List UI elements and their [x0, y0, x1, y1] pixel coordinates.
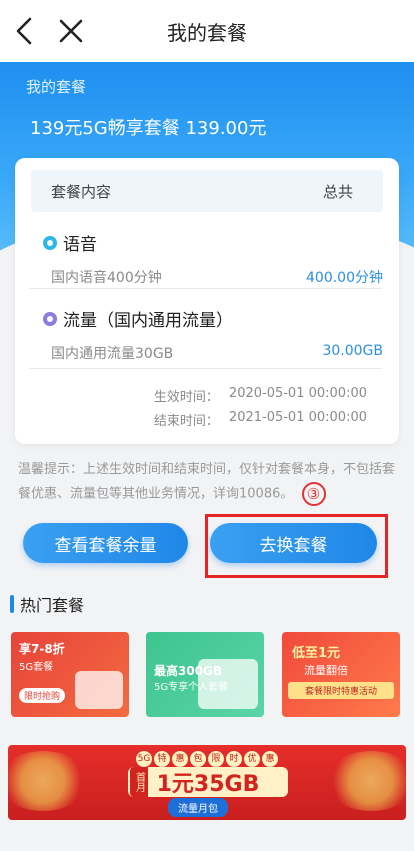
start-time-value: 2020-05-01 00:00:00: [228, 386, 367, 401]
package-content-card: 套餐内容 总共 语音 国内语音400分钟 400.00分钟 流量（国内通用流量）…: [15, 158, 399, 444]
promo-line2: 流量翻倍: [304, 664, 348, 677]
page-title: 我的套餐: [167, 20, 247, 45]
item-value: 400.00分钟: [306, 270, 383, 286]
hot-title-text: 热门套餐: [20, 596, 85, 615]
tagline-char: 5G: [136, 751, 152, 767]
end-time-value: 2021-05-01 00:00:00: [228, 410, 367, 425]
view-balance-button[interactable]: 查看套餐余量: [23, 523, 188, 563]
banner-first-month: 首月: [130, 767, 148, 797]
item-value: 30.00GB: [322, 343, 383, 359]
divider: [29, 288, 381, 289]
promo-card-discount[interactable]: 享7-8折 5G套餐 限时抢购: [11, 632, 129, 717]
promo-line1: 享7-8折: [19, 642, 65, 656]
promo-tag: 限时抢购: [19, 688, 66, 703]
promo-line2: 5G套餐: [19, 662, 54, 673]
back-arrow-icon[interactable]: [8, 14, 42, 48]
col-total-label: 总共: [322, 182, 353, 201]
start-time: 生效时间： 2020-05-01 00:00:00: [154, 386, 367, 405]
close-icon[interactable]: [54, 14, 88, 48]
end-time: 结束时间： 2021-05-01 00:00:00: [154, 410, 367, 429]
warm-tip: 温馨提示：上述生效时间和结束时间，仅针对套餐本身，不包括套餐优惠、流量包等其他业…: [18, 458, 398, 507]
end-time-label: 结束时间：: [153, 414, 219, 429]
promo-banner-35gb[interactable]: 5G 特 惠 包 限 时 优 惠 1元35GB 首月 流量月包: [8, 745, 406, 820]
start-time-label: 生效时间：: [153, 390, 219, 405]
promo-card-traffic-double[interactable]: 低至1元 流量翻倍 套餐限时特惠活动: [282, 632, 400, 717]
data-dot-icon: [43, 311, 57, 326]
top-nav-bar: 我的套餐: [0, 0, 414, 62]
fan-decoration-icon: [326, 751, 406, 811]
hero-label: 我的套餐: [26, 78, 87, 96]
voice-dot-icon: [43, 235, 57, 250]
promo-tag: 套餐限时特惠活动: [288, 682, 394, 699]
step-annotation-badge: ③: [301, 482, 326, 506]
list-item-voice: 语音 国内语音400分钟 400.00分钟: [43, 230, 383, 287]
banner-tagline: 5G 特 惠 包 限 时 优 惠: [136, 751, 278, 767]
annotation-highlight-box: [205, 514, 388, 578]
tagline-char: 特: [154, 751, 170, 767]
col-content-label: 套餐内容: [51, 182, 112, 201]
tagline-char: 优: [244, 751, 260, 767]
item-detail: 国内通用流量30GB: [51, 346, 174, 362]
tagline-char: 惠: [262, 751, 278, 767]
divider: [29, 368, 381, 369]
tagline-char: 惠: [172, 751, 188, 767]
card-table-header: 套餐内容 总共: [31, 170, 383, 212]
item-name: 语音: [63, 235, 97, 255]
package-name: 139元5G畅享套餐 139.00元: [30, 118, 267, 139]
heading-accent-bar: [10, 595, 14, 613]
item-name: 流量（国内通用流量）: [63, 311, 233, 331]
tagline-char: 包: [190, 751, 206, 767]
item-detail: 国内语音400分钟: [51, 270, 162, 286]
tagline-char: 限: [208, 751, 224, 767]
promo-line1: 低至1元: [292, 646, 341, 661]
promo-card-300gb[interactable]: 最高300GB 5G专享个人套餐: [146, 632, 264, 717]
phone-screen-icon: [198, 659, 258, 709]
tagline-char: 时: [226, 751, 242, 767]
gift-box-icon: [75, 671, 123, 709]
hot-packages-heading: 热门套餐: [10, 592, 84, 616]
list-item-data: 流量（国内通用流量） 国内通用流量30GB 30.00GB: [43, 306, 383, 363]
tip-text: 温馨提示：上述生效时间和结束时间，仅针对套餐本身，不包括套餐优惠、流量包等其他业…: [18, 462, 396, 502]
banner-sub-label: 流量月包: [168, 798, 228, 817]
fan-decoration-icon: [8, 751, 88, 811]
banner-main-offer: 1元35GB: [128, 767, 288, 797]
